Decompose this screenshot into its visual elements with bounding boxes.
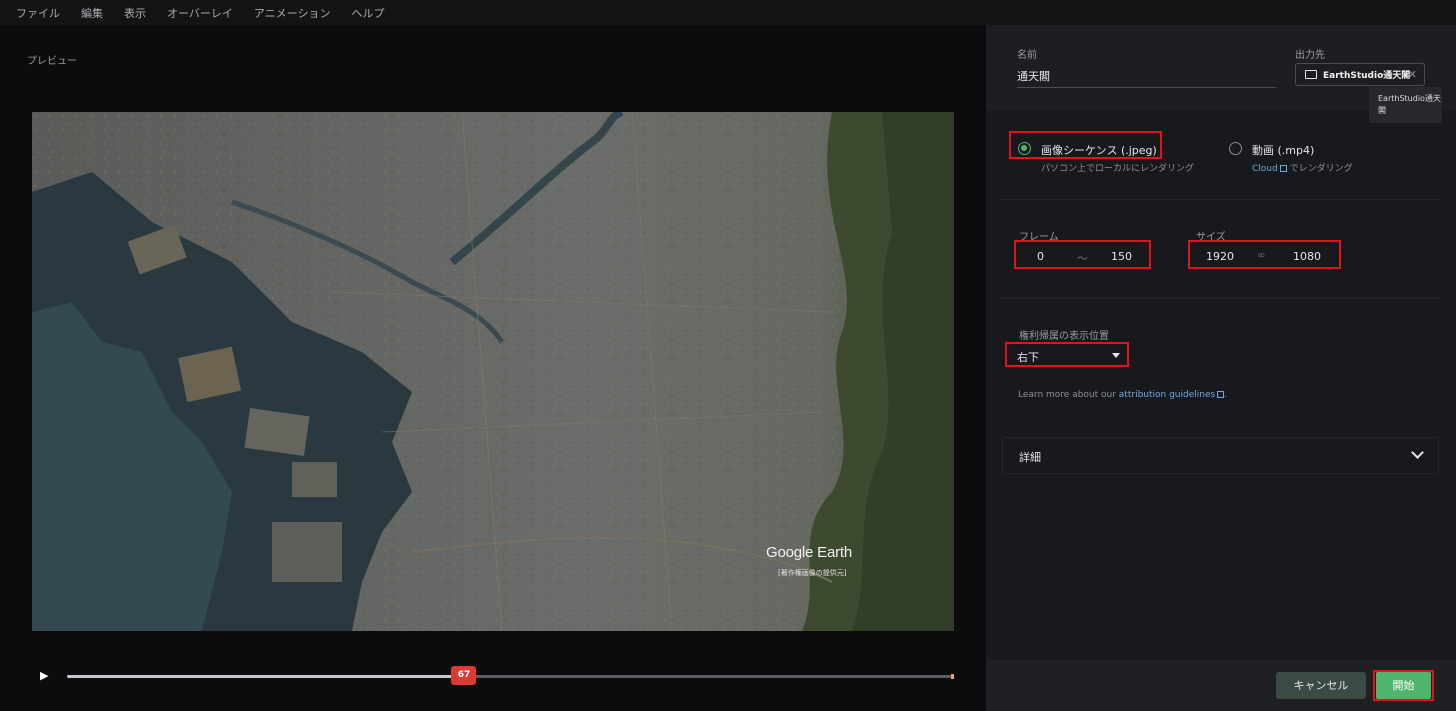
cancel-button[interactable]: キャンセル (1276, 672, 1366, 699)
attribution-note: Learn more about our attribution guideli… (1018, 390, 1227, 400)
divider (1002, 199, 1440, 200)
frame-start-input[interactable]: 0 (1037, 250, 1044, 263)
close-icon[interactable]: ✕ (1408, 68, 1417, 81)
menu-bar: ファイル 編集 表示 オーバーレイ アニメーション ヘルプ (0, 0, 1456, 25)
timeline: ▶ 67 (0, 665, 986, 695)
frame-range-separator: ～ (1077, 252, 1088, 265)
menu-view[interactable]: 表示 (124, 5, 146, 21)
divider (1002, 298, 1440, 299)
imagery-credit: [著作権画像の提供元] (778, 569, 847, 577)
timeline-progress (67, 675, 464, 678)
menu-file[interactable]: ファイル (16, 5, 60, 21)
cloud-link[interactable]: Cloud (1252, 164, 1278, 174)
satellite-preview: Google Earth [著作権画像の提供元] (32, 112, 954, 631)
destination-tooltip: EarthStudio通天閣 (1369, 87, 1442, 123)
attribution-note-suffix: . (1224, 390, 1228, 400)
play-icon: ▶ (40, 669, 49, 682)
google-earth-logo: Google Earth (766, 544, 852, 561)
name-label: 名前 (1017, 50, 1037, 61)
destination-folder-chip[interactable]: EarthStudio通天閣 ✕ (1295, 63, 1425, 86)
preview-pane: プレビュー Google Earth [著作権画像の提供元] ▶ 67 (0, 25, 986, 711)
radio-video[interactable] (1229, 142, 1242, 155)
details-section[interactable]: 詳細 (1002, 437, 1439, 474)
video-subtitle-rest: でレンダリング (1286, 164, 1353, 174)
timeline-scrubber[interactable]: 67 (451, 666, 477, 685)
details-label: 詳細 (1019, 451, 1041, 464)
name-input-underline (1017, 87, 1276, 88)
width-input[interactable]: 1920 (1206, 250, 1234, 263)
dropdown-caret-icon[interactable] (1112, 353, 1120, 358)
menu-edit[interactable]: 編集 (81, 5, 103, 21)
start-button[interactable]: 開始 (1376, 672, 1431, 699)
attribution-note-prefix: Learn more about our (1018, 390, 1119, 400)
play-button[interactable]: ▶ (40, 669, 54, 683)
timeline-end-marker (951, 674, 954, 679)
video-subtitle: Cloud でレンダリング (1252, 161, 1353, 174)
destination-folder-name: EarthStudio通天閣 (1323, 71, 1411, 81)
preview-label: プレビュー (27, 56, 77, 67)
menu-help[interactable]: ヘルプ (351, 5, 384, 21)
menu-overlay[interactable]: オーバーレイ (167, 5, 233, 21)
image-sequence-subtitle: パソコン上でローカルにレンダリング (1041, 164, 1195, 174)
height-input[interactable]: 1080 (1293, 250, 1321, 263)
aspect-link-icon[interactable]: ∞ (1257, 250, 1265, 261)
video-title: 動画 (.mp4) (1252, 144, 1315, 157)
attribution-label: 権利帰属の表示位置 (1019, 331, 1109, 342)
image-sequence-title: 画像シーケンス (.jpeg) (1041, 144, 1157, 157)
destination-label: 出力先 (1295, 50, 1325, 61)
external-link-icon (1279, 165, 1287, 172)
name-input[interactable]: 通天閣 (1017, 68, 1050, 84)
frame-end-input[interactable]: 150 (1111, 250, 1132, 263)
timeline-track[interactable]: 67 (67, 666, 954, 685)
radio-image-sequence[interactable] (1018, 142, 1031, 155)
attribution-guidelines-link[interactable]: attribution guidelines (1119, 390, 1215, 400)
attribution-select[interactable]: 右下 (1017, 349, 1039, 365)
folder-icon (1305, 70, 1317, 79)
chevron-down-icon (1411, 446, 1424, 459)
menu-animation[interactable]: アニメーション (254, 5, 331, 21)
render-settings-panel: 名前 通天閣 出力先 EarthStudio通天閣 ✕ EarthStudio通… (986, 25, 1456, 711)
